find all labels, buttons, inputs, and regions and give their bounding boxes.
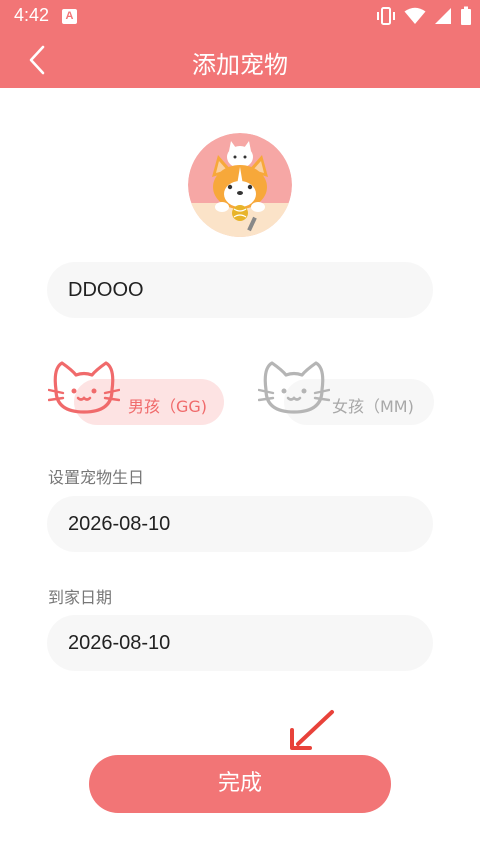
arrival-date-field[interactable]: 2026-08-10: [47, 615, 433, 671]
status-time: 4:42: [14, 5, 50, 25]
battery-icon: [461, 6, 471, 25]
gender-girl-label: 女孩（MM): [332, 397, 414, 416]
page-title: 添加宠物: [192, 51, 288, 79]
wifi-icon: [404, 7, 426, 24]
add-pet-screen: 4:42 A 添加宠物 DDOOO 男孩（GG) 女孩（MM) 设置宠物生日 2…: [0, 0, 480, 853]
cat-icon: [48, 361, 120, 414]
app-header: 添加宠物: [0, 32, 480, 88]
pet-name-input[interactable]: DDOOO: [47, 262, 433, 318]
arrival-date-label: 到家日期: [48, 588, 113, 607]
gender-boy-label: 男孩（GG): [128, 397, 208, 416]
gender-option-girl[interactable]: 女孩（MM): [258, 360, 434, 430]
status-icons: [376, 6, 472, 26]
arrow-pointer-icon: [290, 710, 334, 750]
cat-icon: [258, 361, 330, 414]
pet-avatar-illustration: [188, 133, 292, 237]
birthday-label: 设置宠物生日: [48, 468, 145, 487]
gender-option-boy[interactable]: 男孩（GG): [48, 360, 226, 430]
cellular-signal-icon: [435, 8, 451, 24]
status-bar: 4:42 A: [0, 0, 480, 32]
pet-avatar[interactable]: [188, 133, 292, 237]
birthday-date-field[interactable]: 2026-08-10: [47, 496, 433, 552]
done-button[interactable]: 完成: [89, 755, 391, 813]
app-notification-icon: A: [62, 9, 77, 24]
vibrate-icon: [377, 7, 395, 25]
